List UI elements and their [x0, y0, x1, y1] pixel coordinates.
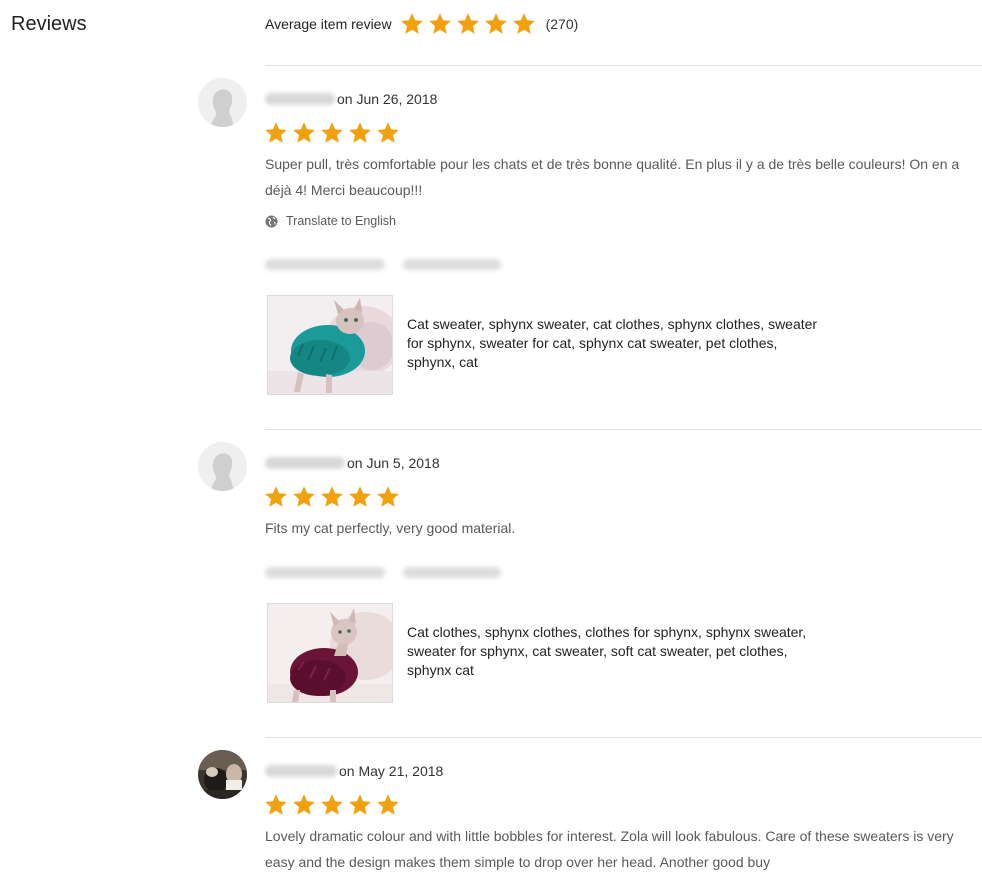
blurred-action[interactable]	[403, 259, 501, 270]
listing-title[interactable]: Cat clothes, sphynx clothes, clothes for…	[407, 623, 827, 680]
user-photo-avatar	[198, 750, 247, 799]
listing-card[interactable]: Cat clothes, sphynx clothes, clothes for…	[267, 603, 827, 703]
listing-title[interactable]: Cat sweater, sphynx sweater, cat clothes…	[407, 315, 827, 372]
star-icon	[292, 121, 316, 145]
star-icon	[292, 793, 316, 817]
listing-card[interactable]: Cat sweater, sphynx sweater, cat clothes…	[267, 295, 827, 395]
listing-thumbnail[interactable]	[267, 295, 393, 395]
star-icon	[456, 12, 480, 36]
star-icon	[320, 793, 344, 817]
review-date: on Jun 5, 2018	[347, 455, 440, 471]
average-rating-label: Average item review	[265, 16, 392, 32]
review-stars	[264, 121, 404, 145]
star-icon	[264, 793, 288, 817]
star-icon	[376, 793, 400, 817]
review-text: Super pull, très comfortable pour les ch…	[265, 156, 960, 198]
teal-sweater-cat-photo	[268, 296, 392, 394]
star-icon	[264, 485, 288, 509]
default-avatar-icon	[198, 78, 247, 127]
review-header: on Jun 5, 2018	[265, 453, 440, 473]
reviewer-name-blurred[interactable]	[265, 765, 337, 777]
star-icon	[376, 121, 400, 145]
review-divider	[265, 429, 982, 430]
star-icon	[292, 485, 316, 509]
globe-icon	[265, 215, 278, 227]
star-icon	[264, 121, 288, 145]
blurred-action[interactable]	[265, 567, 385, 578]
blurred-action[interactable]	[265, 259, 385, 270]
reviewer-name-blurred[interactable]	[265, 93, 335, 105]
reviews-heading: Reviews	[11, 13, 87, 35]
star-icon	[484, 12, 508, 36]
purple-sweater-cat-photo	[268, 604, 392, 702]
review-actions-blurred	[265, 567, 501, 578]
review-divider	[265, 737, 982, 738]
review-stars	[264, 793, 404, 817]
star-icon	[512, 12, 536, 36]
star-icon	[348, 793, 372, 817]
review-text: Lovely dramatic colour and with little b…	[265, 828, 954, 870]
star-icon	[376, 485, 400, 509]
star-icon	[348, 121, 372, 145]
review-date: on May 21, 2018	[339, 763, 444, 779]
review-date: on Jun 26, 2018	[337, 91, 438, 107]
translate-link[interactable]: Translate to English	[265, 214, 396, 228]
reviewer-avatar[interactable]	[198, 78, 247, 127]
blurred-action[interactable]	[403, 567, 501, 578]
average-rating-stars	[400, 12, 540, 36]
translate-label: Translate to English	[286, 214, 397, 228]
star-icon	[348, 485, 372, 509]
review-header: on May 21, 2018	[265, 761, 443, 781]
review-divider	[265, 65, 982, 66]
review-header: on Jun 26, 2018	[265, 89, 437, 109]
review-actions-blurred	[265, 259, 501, 270]
average-rating-row: Average item review (270)	[265, 9, 578, 39]
review-text: Fits my cat perfectly, very good materia…	[265, 520, 516, 536]
review-count: (270)	[545, 16, 579, 32]
review-stars	[264, 485, 404, 509]
default-avatar-icon	[198, 442, 247, 491]
star-icon	[320, 121, 344, 145]
reviewer-name-blurred[interactable]	[265, 457, 345, 469]
reviewer-avatar[interactable]	[198, 750, 247, 799]
listing-thumbnail[interactable]	[267, 603, 393, 703]
star-icon	[320, 485, 344, 509]
star-icon	[400, 12, 424, 36]
star-icon	[428, 12, 452, 36]
reviewer-avatar[interactable]	[198, 442, 247, 491]
